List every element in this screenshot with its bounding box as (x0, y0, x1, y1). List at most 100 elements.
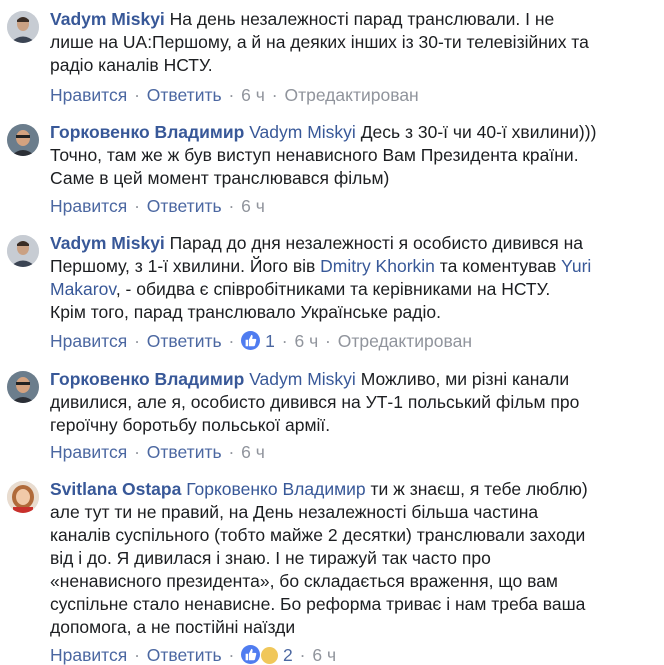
comment-line: Vadym Miskyi Парад до дня незалежності я… (50, 232, 650, 255)
comment-body: Vadym Miskyi На день незалежності парад … (50, 8, 650, 77)
separator-dot: · (223, 645, 240, 665)
comment-body: Vadym Miskyi Парад до дня незалежності я… (50, 232, 650, 324)
avatar[interactable] (7, 11, 39, 43)
comment-actions: Нравится · Ответить · 1 · 6 ч · Отредакт… (50, 331, 472, 351)
comment-line: Горковенко Владимир Vadym Miskyi Можливо… (50, 368, 650, 391)
like-button[interactable]: Нравится (50, 196, 127, 216)
comment-text: та коментував (434, 256, 562, 276)
thumbs-up-icon[interactable] (241, 645, 261, 664)
reply-button[interactable]: Ответить (147, 442, 222, 462)
separator-dot: · (266, 85, 283, 105)
comment-actions: Нравится · Ответить · 6 ч (50, 196, 265, 216)
comment-timestamp[interactable]: 6 ч (294, 331, 318, 351)
separator-dot: · (223, 85, 240, 105)
comment-text: Першому, з 1-ї хвилини. Його вів (50, 256, 321, 276)
like-button[interactable]: Нравится (50, 85, 127, 105)
comment-line: Svitlana Ostapa Горковенко Владимир ти ж… (50, 478, 650, 501)
comment-actions: Нравится · Ответить · 2 · 6 ч (50, 645, 336, 665)
separator-dot: · (129, 331, 145, 351)
thumbs-up-icon[interactable] (241, 331, 261, 350)
comment-timestamp[interactable]: 6 ч (312, 645, 336, 665)
comment-body: Svitlana Ostapa Горковенко Владимир ти ж… (50, 478, 650, 639)
comment-line: Vadym Miskyi На день незалежності парад … (50, 8, 650, 31)
comment-line: Саме в цей момент транслювався фільм) (50, 167, 650, 190)
comment-line: героїчну боротьбу польської армії. (50, 414, 650, 437)
reply-button[interactable]: Ответить (147, 331, 222, 351)
comment-body: Горковенко Владимир Vadym Miskyi Десь з … (50, 121, 650, 190)
comment-text: Можливо, ми різні канали (355, 369, 570, 389)
separator-dot: · (223, 331, 240, 351)
separator-dot: · (320, 331, 336, 351)
comment-line: «ненависного президента», бо складається… (50, 570, 650, 593)
comment-actions: Нравится · Ответить · 6 ч (50, 442, 265, 462)
mention-link[interactable]: Makarov (50, 279, 116, 299)
separator-dot: · (129, 196, 145, 216)
mention-link[interactable]: Vadym Miskyi (249, 369, 356, 389)
reply-button[interactable]: Ответить (147, 196, 222, 216)
comment-line: Першому, з 1-ї хвилини. Його вів Dmitry … (50, 255, 650, 278)
separator-dot: · (223, 196, 240, 216)
avatar[interactable] (7, 124, 39, 156)
comment-text: Крім того, парад транслювало Українське … (50, 302, 441, 322)
comment-text: На день незалежності парад транслювали. … (169, 9, 555, 29)
reply-button[interactable]: Ответить (147, 645, 222, 665)
comment-timestamp[interactable]: 6 ч (241, 85, 265, 105)
comment-text: але тут ти не правий, на День незалежнос… (50, 502, 539, 522)
comment-text: від і до. Я дивилася і знаю. І не тиражу… (50, 548, 491, 568)
separator-dot: · (276, 331, 293, 351)
mention-link[interactable]: Dmitry Khorkin (320, 256, 435, 276)
edited-label[interactable]: Отредактирован (284, 85, 418, 105)
love-reaction-icon[interactable] (261, 647, 279, 664)
comment-text: ти ж знаєш, я тебе люблю) (365, 479, 588, 499)
separator-dot: · (223, 442, 240, 462)
comment-author-link[interactable]: Svitlana Ostapa (50, 479, 181, 499)
comment-text: «ненависного президента», бо складається… (50, 571, 558, 591)
comment-text: допомога, а не постійні наїзди (50, 617, 296, 637)
comment-actions: Нравится · Ответить · 6 ч · Отредактиров… (50, 85, 419, 105)
comment-text: , - обидва є співробітниками та керівник… (115, 279, 551, 299)
separator-dot: · (294, 645, 311, 665)
comment-line: Горковенко Владимир Vadym Miskyi Десь з … (50, 121, 650, 144)
comment-line: суспільне стало ненависне. Бо реформа тр… (50, 593, 650, 616)
reaction-count[interactable]: 2 (283, 645, 293, 665)
comment-timestamp[interactable]: 6 ч (241, 196, 265, 216)
comment-text: радіо каналів НСТУ. (50, 55, 213, 75)
comment-text: героїчну боротьбу польської армії. (50, 415, 331, 435)
comment-line: Крім того, парад транслювало Українське … (50, 301, 650, 324)
comment-author-link[interactable]: Горковенко Владимир (50, 369, 244, 389)
comment-text: суспільне стало ненависне. Бо реформа тр… (50, 594, 586, 614)
comment-timestamp[interactable]: 6 ч (241, 442, 265, 462)
comment-line: від і до. Я дивилася і знаю. І не тиражу… (50, 547, 650, 570)
separator-dot: · (129, 442, 145, 462)
mention-link[interactable]: Yuri (561, 256, 591, 276)
like-button[interactable]: Нравится (50, 331, 127, 351)
comment-author-link[interactable]: Vadym Miskyi (50, 9, 165, 29)
comment-author-link[interactable]: Vadym Miskyi (50, 233, 165, 253)
avatar[interactable] (7, 481, 39, 513)
comment-line: дивилися, але я, особисто дивився на УТ-… (50, 391, 650, 414)
separator-dot: · (129, 85, 145, 105)
comment-text: Саме в цей момент транслювався фільм) (50, 168, 390, 188)
mention-link[interactable]: Vadym Miskyi (249, 122, 356, 142)
reply-button[interactable]: Ответить (147, 85, 222, 105)
comment-line: але тут ти не правий, на День незалежнос… (50, 501, 650, 524)
reaction-count[interactable]: 1 (265, 331, 275, 351)
comment-line: допомога, а не постійні наїзди (50, 616, 650, 639)
like-button[interactable]: Нравится (50, 645, 127, 665)
comment-text: дивилися, але я, особисто дивився на УТ-… (50, 392, 580, 412)
comment-line: лише на UA:Першому, а й на деяких інших … (50, 31, 650, 54)
comment-line: Makarov, - обидва є співробітниками та к… (50, 278, 650, 301)
avatar[interactable] (7, 371, 39, 403)
comment-author-link[interactable]: Горковенко Владимир (50, 122, 244, 142)
comment-text: каналів суспільного (тобто майже 2 десят… (50, 525, 586, 545)
comment-text: Десь з 30-ї чи 40-ї хвилини))) (355, 122, 597, 142)
comment-text: Точно, там же ж був виступ ненависного В… (50, 145, 579, 165)
edited-label[interactable]: Отредактирован (338, 331, 472, 351)
comment-line: радіо каналів НСТУ. (50, 54, 650, 77)
comment-text: Парад до дня незалежності я особисто див… (169, 233, 584, 253)
comment-body: Горковенко Владимир Vadym Miskyi Можливо… (50, 368, 650, 437)
avatar[interactable] (7, 235, 39, 267)
like-button[interactable]: Нравится (50, 442, 127, 462)
mention-link[interactable]: Горковенко Владимир (186, 479, 365, 499)
comment-line: Точно, там же ж був виступ ненависного В… (50, 144, 650, 167)
